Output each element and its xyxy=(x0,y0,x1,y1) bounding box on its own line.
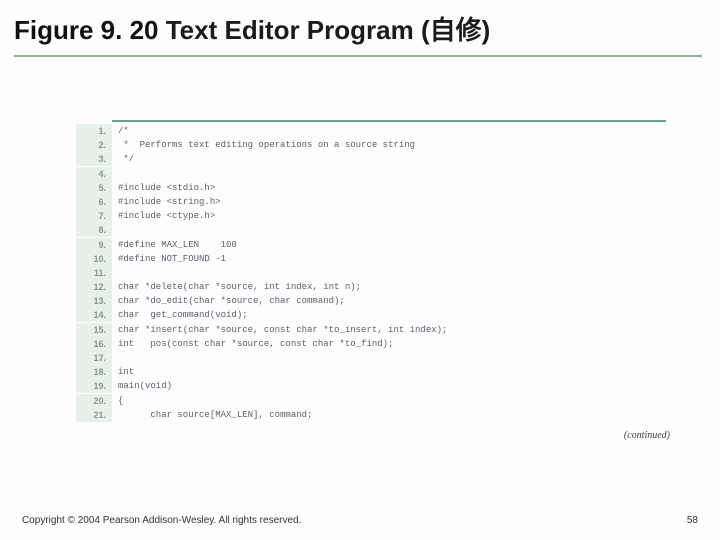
code-line: 18.int xyxy=(76,365,666,379)
code-text: * Performs text editing operations on a … xyxy=(112,138,666,152)
code-line: 5.#include <stdio.h> xyxy=(76,181,666,195)
code-line: 14.char get_command(void); xyxy=(76,308,666,322)
code-line: 6.#include <string.h> xyxy=(76,195,666,209)
line-number: 3. xyxy=(76,152,112,166)
code-text: char get_command(void); xyxy=(112,308,666,322)
code-text: { xyxy=(112,394,666,408)
line-number: 19. xyxy=(76,379,112,393)
line-number: 11. xyxy=(76,266,112,280)
code-line: 20.{ xyxy=(76,394,666,408)
page-number: 58 xyxy=(687,515,698,526)
code-text: int pos(const char *source, const char *… xyxy=(112,337,666,351)
line-number: 2. xyxy=(76,138,112,152)
continued-label: (continued) xyxy=(624,430,670,441)
code-text: int xyxy=(112,365,666,379)
line-number: 21. xyxy=(76,408,112,422)
code-line: 13.char *do_edit(char *source, char comm… xyxy=(76,294,666,308)
code-line: 3. */ xyxy=(76,152,666,166)
line-number: 9. xyxy=(76,238,112,252)
line-number: 1. xyxy=(76,124,112,138)
title-underline xyxy=(14,55,702,57)
line-number: 12. xyxy=(76,280,112,294)
code-text: /* xyxy=(112,124,666,138)
slide-title: Figure 9. 20 Text Editor Program (自修) xyxy=(14,15,490,45)
code-text: char *do_edit(char *source, char command… xyxy=(112,294,666,308)
line-number: 16. xyxy=(76,337,112,351)
code-text: */ xyxy=(112,152,666,166)
code-line: 17. xyxy=(76,351,666,365)
code-line: 19.main(void) xyxy=(76,379,666,393)
code-top-border xyxy=(112,120,666,122)
code-block: 1./* 2. * Performs text editing operatio… xyxy=(76,120,666,422)
code-line: 11. xyxy=(76,266,666,280)
code-text: #include <string.h> xyxy=(112,195,666,209)
code-line: 9.#define MAX_LEN 100 xyxy=(76,238,666,252)
line-number: 4. xyxy=(76,167,112,181)
figure-label: Figure 9. 20 xyxy=(14,15,159,45)
code-line: 2. * Performs text editing operations on… xyxy=(76,138,666,152)
figure-caption: Text Editor Program (自修) xyxy=(159,15,491,45)
title-row: Figure 9. 20 Text Editor Program (自修) xyxy=(0,0,720,51)
code-text: #define NOT_FOUND -1 xyxy=(112,252,666,266)
code-line: 21. char source[MAX_LEN], command; xyxy=(76,408,666,422)
line-number: 6. xyxy=(76,195,112,209)
line-number: 17. xyxy=(76,351,112,365)
line-number: 13. xyxy=(76,294,112,308)
line-number: 20. xyxy=(76,394,112,408)
line-number: 8. xyxy=(76,223,112,237)
code-text: #include <ctype.h> xyxy=(112,209,666,223)
code-text: #define MAX_LEN 100 xyxy=(112,238,666,252)
line-number: 18. xyxy=(76,365,112,379)
code-text: char *insert(char *source, const char *t… xyxy=(112,323,666,337)
code-text: #include <stdio.h> xyxy=(112,181,666,195)
code-line: 12.char *delete(char *source, int index,… xyxy=(76,280,666,294)
code-text: main(void) xyxy=(112,379,666,393)
line-number: 7. xyxy=(76,209,112,223)
code-line: 8. xyxy=(76,223,666,237)
code-text: char *delete(char *source, int index, in… xyxy=(112,280,666,294)
code-line: 10.#define NOT_FOUND -1 xyxy=(76,252,666,266)
code-line: 4. xyxy=(76,167,666,181)
copyright-footer: Copyright © 2004 Pearson Addison-Wesley.… xyxy=(22,515,301,526)
line-number: 10. xyxy=(76,252,112,266)
code-text: char source[MAX_LEN], command; xyxy=(112,408,666,422)
line-number: 15. xyxy=(76,323,112,337)
slide: Figure 9. 20 Text Editor Program (自修) 1.… xyxy=(0,0,720,540)
line-number: 5. xyxy=(76,181,112,195)
line-number: 14. xyxy=(76,308,112,322)
code-line: 7.#include <ctype.h> xyxy=(76,209,666,223)
code-line: 16.int pos(const char *source, const cha… xyxy=(76,337,666,351)
code-line: 1./* xyxy=(76,124,666,138)
code-line: 15.char *insert(char *source, const char… xyxy=(76,323,666,337)
